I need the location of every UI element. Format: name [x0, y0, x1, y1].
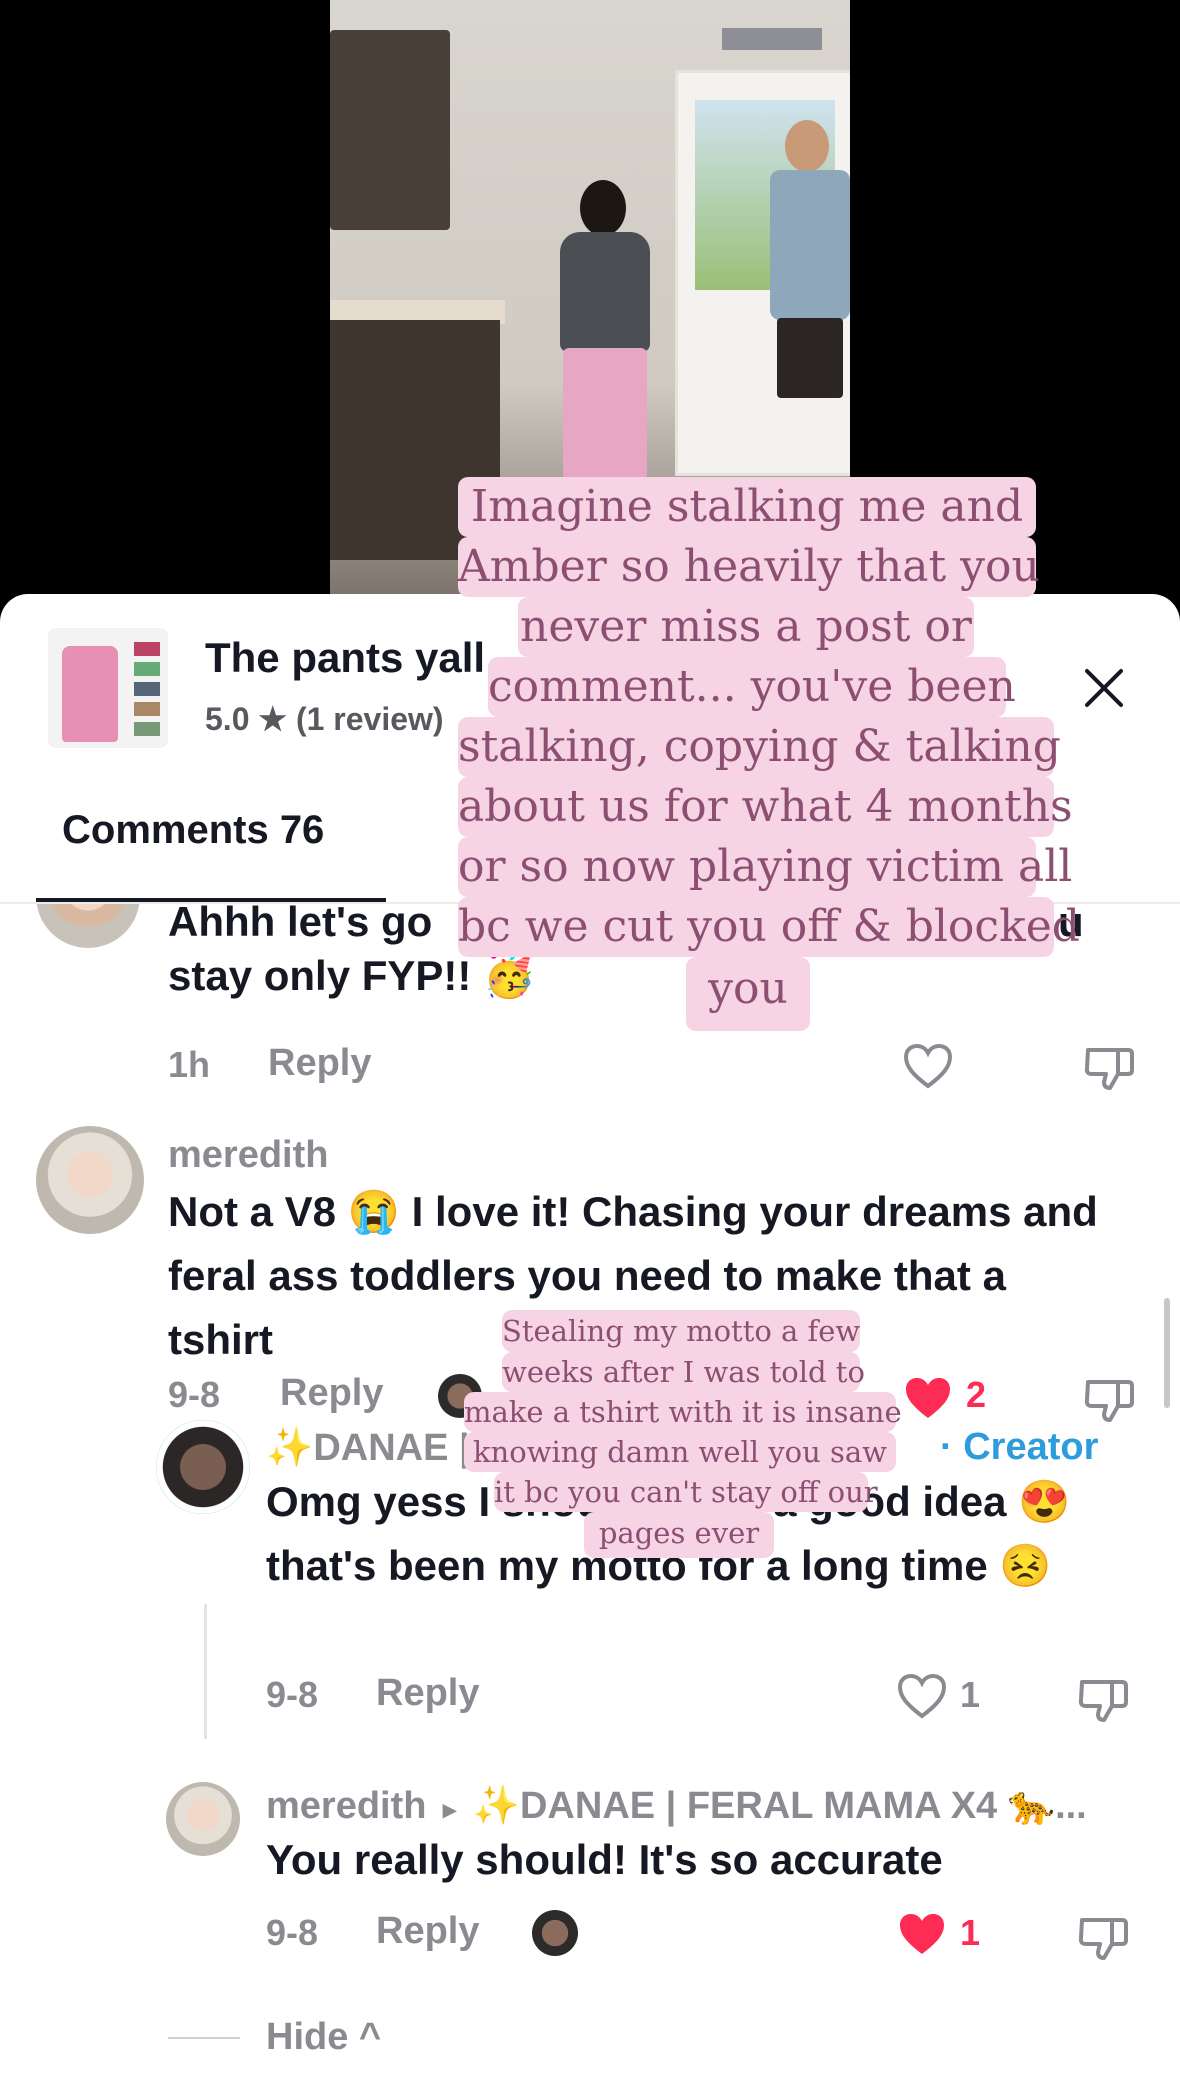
comment-time: 9-8	[168, 1374, 221, 1415]
comment-text: You really should! It's so accurate	[266, 1836, 943, 1883]
creator-badge: · Creator	[940, 1426, 1099, 1468]
avatar[interactable]	[36, 1126, 144, 1234]
divider	[168, 2037, 240, 2039]
overlay-line: make a tshirt with it is insane	[464, 1392, 902, 1432]
creator-avatar[interactable]	[156, 1420, 250, 1514]
overlay-line: bc we cut you off & blocked	[458, 897, 1080, 957]
comment-username[interactable]: meredith	[168, 1134, 328, 1177]
overlay-line: it bc you can't stay off our	[494, 1472, 878, 1512]
kitchen-cabinet	[330, 30, 450, 230]
overlay-line: Stealing my motto a few	[502, 1310, 860, 1352]
close-icon[interactable]	[1082, 666, 1126, 710]
reply-button[interactable]: Reply	[268, 1042, 371, 1085]
comment-time: 9-8	[266, 1912, 319, 1953]
reply-button[interactable]: Reply	[376, 1672, 479, 1715]
comment-time: 1h	[168, 1044, 211, 1085]
product-rating: 5.0 ★ (1 review)	[205, 701, 444, 737]
product-thumbnail[interactable]	[48, 628, 168, 748]
like-count: 1	[960, 1912, 981, 1953]
heart-filled-icon[interactable]	[902, 1374, 954, 1422]
avatar[interactable]	[36, 904, 140, 948]
dislike-icon[interactable]	[1076, 1674, 1130, 1724]
dislike-icon[interactable]	[1082, 1042, 1136, 1092]
overlay-line: you	[686, 957, 810, 1031]
product-title[interactable]: The pants yall	[205, 634, 485, 682]
person-right	[755, 120, 850, 480]
dislike-icon[interactable]	[1082, 1374, 1136, 1424]
heart-filled-icon[interactable]	[896, 1910, 948, 1958]
wall-sign	[722, 28, 822, 50]
overlay-line: Imagine stalking me and	[458, 477, 1036, 537]
scrollbar[interactable]	[1164, 1298, 1170, 1408]
dislike-icon[interactable]	[1076, 1912, 1130, 1962]
overlay-line: comment... you've been	[488, 657, 1016, 717]
comment-time: 9-8	[266, 1674, 319, 1715]
heart-outline-icon[interactable]	[902, 1042, 954, 1090]
reply-to-username[interactable]: ✨DANAE | FERAL MAMA X4 🐆...	[473, 1785, 1087, 1827]
like-count: 2	[966, 1374, 987, 1415]
avatar[interactable]	[166, 1782, 240, 1856]
reply-button[interactable]: Reply	[280, 1372, 383, 1415]
like-count: 1	[960, 1674, 981, 1715]
comment-username[interactable]: meredith	[266, 1785, 426, 1827]
overlay-line: pages ever	[584, 1512, 774, 1558]
overlay-line: weeks after I was told to	[502, 1352, 865, 1392]
reply-button[interactable]: Reply	[376, 1910, 479, 1953]
comment-username-row: meredith ▸ ✨DANAE | FERAL MAMA X4 🐆...	[266, 1784, 1087, 1828]
tab-comments[interactable]: Comments 76	[62, 808, 324, 853]
overlay-line: about us for what 4 months	[458, 777, 1073, 837]
overlay-line: knowing damn well you saw	[464, 1432, 896, 1472]
creator-liked-avatar	[532, 1910, 578, 1956]
overlay-line: never miss a post or	[518, 597, 974, 657]
reply-arrow-icon: ▸	[443, 1794, 457, 1824]
heart-outline-icon[interactable]	[896, 1672, 948, 1720]
thread-line	[204, 1604, 207, 1739]
overlay-line: Amber so heavily that you	[458, 537, 1040, 597]
hide-replies-button[interactable]: Hide ^	[266, 2016, 381, 2059]
overlay-line: or so now playing victim all	[458, 837, 1072, 897]
overlay-line: stalking, copying & talking	[458, 717, 1061, 777]
person-left	[545, 180, 665, 480]
